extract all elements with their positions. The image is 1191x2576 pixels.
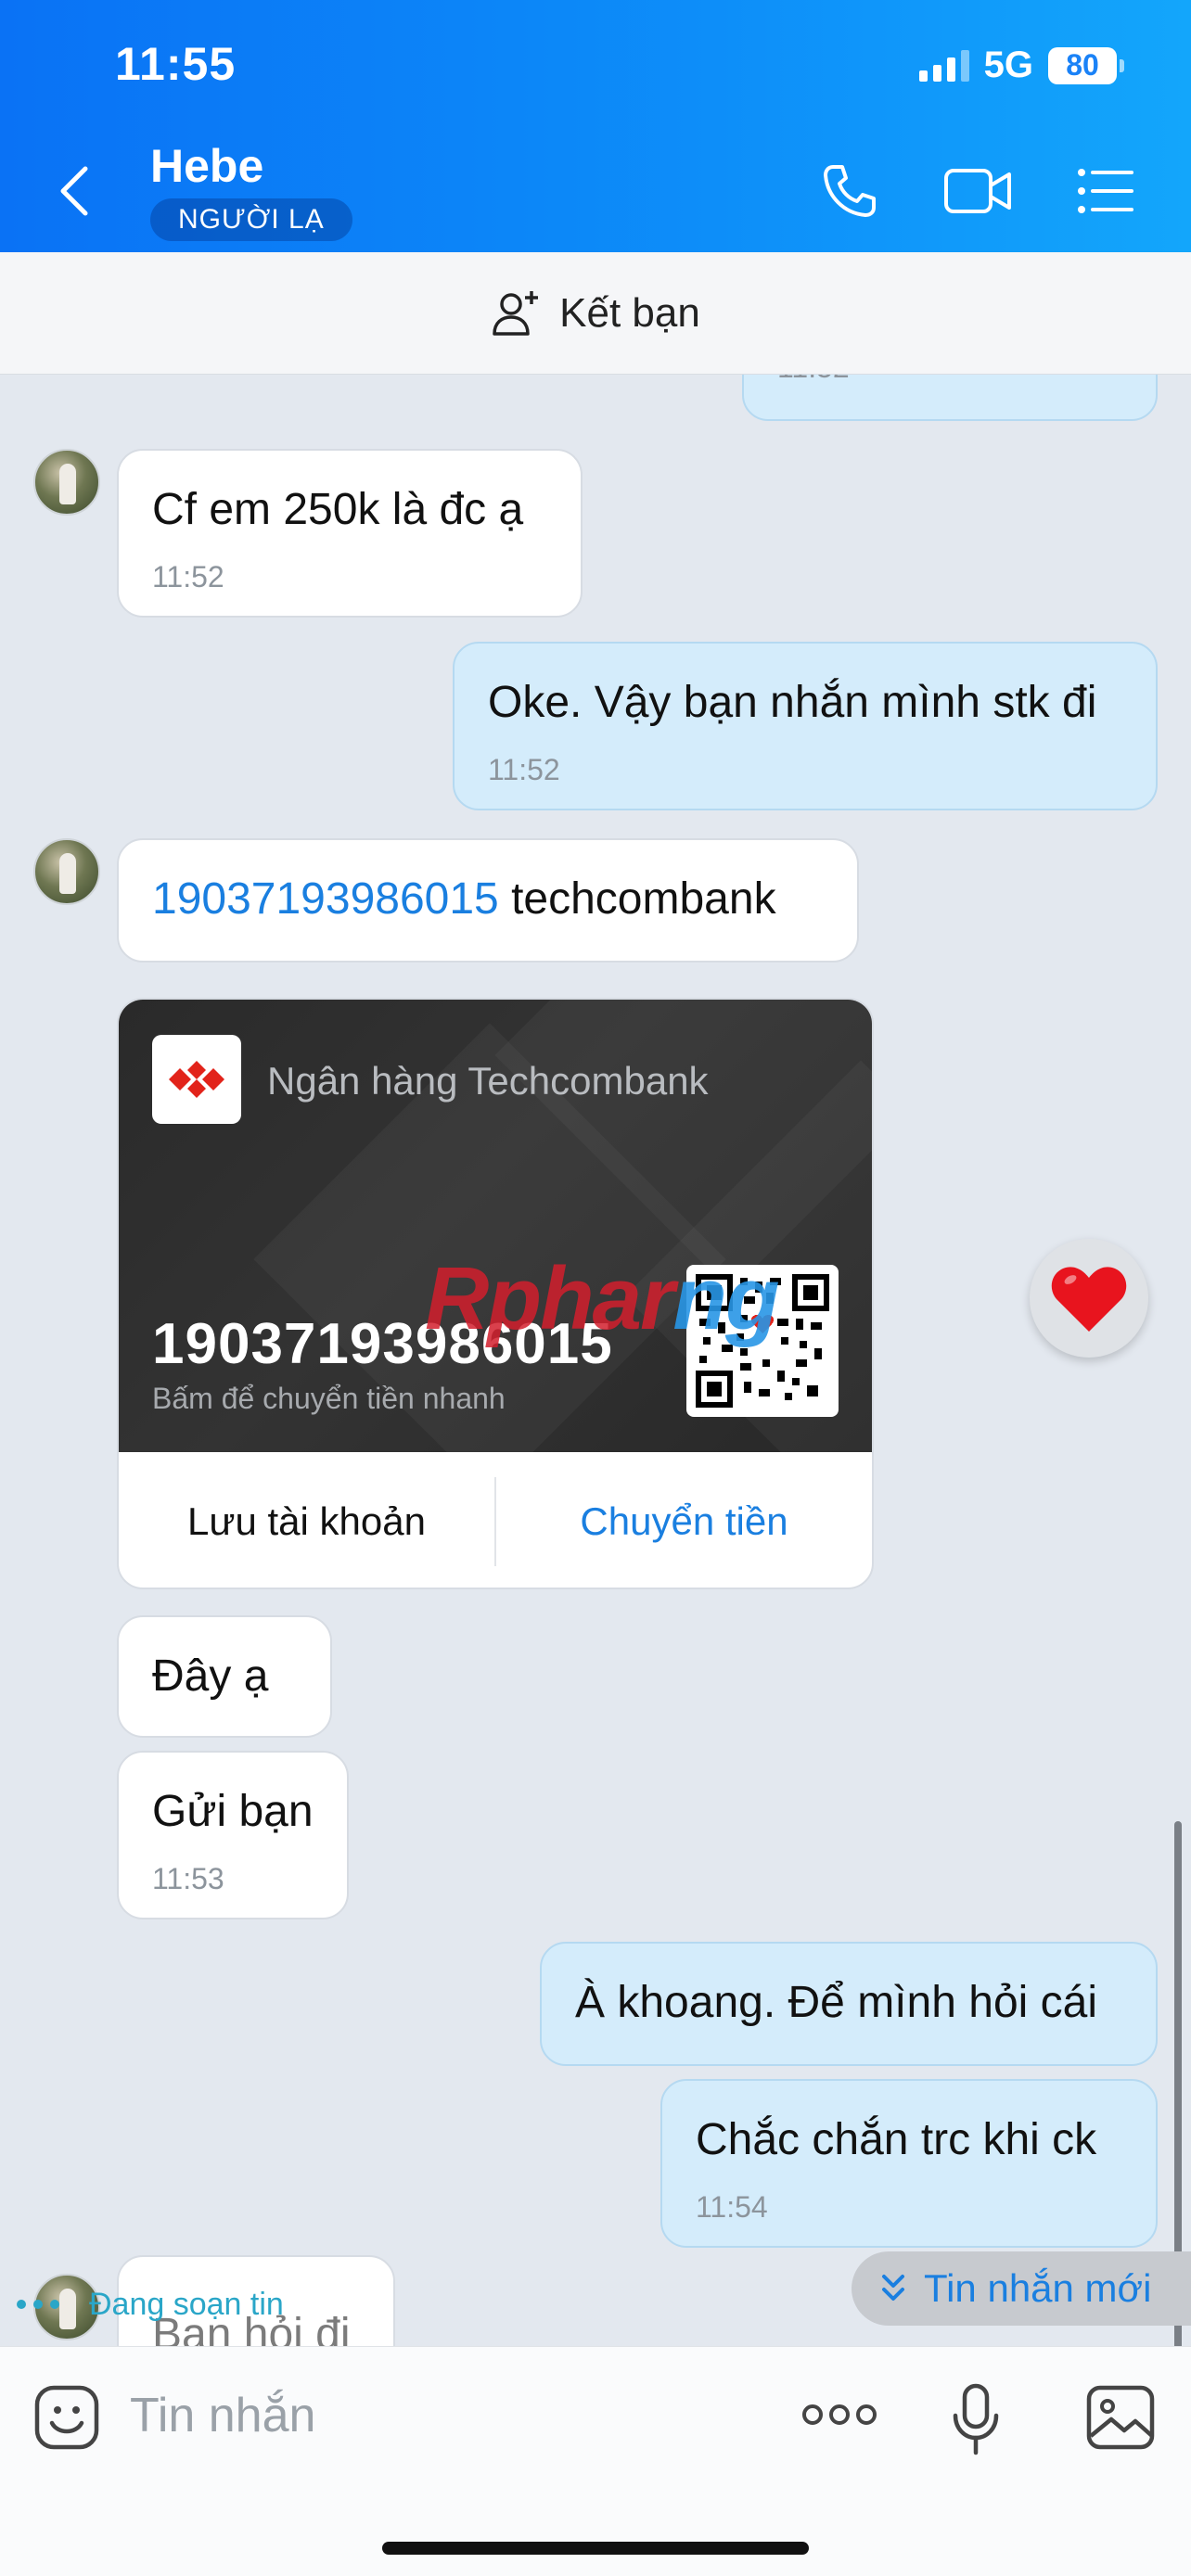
contact-name[interactable]: Hebe: [150, 139, 263, 193]
bank-card-header: Ngân hàng Techcombank 19037193986015 Bấm…: [119, 1000, 872, 1533]
image-gallery-icon[interactable]: [1085, 2382, 1156, 2453]
menu-list-icon[interactable]: [1076, 161, 1135, 221]
message-time: 11:54: [696, 2190, 768, 2224]
message-in[interactable]: Gửi bạn 11:53: [117, 1751, 349, 1919]
bank-name-text: techcombank: [498, 874, 776, 924]
more-options-icon[interactable]: [801, 2401, 877, 2429]
typing-dots-icon: [17, 2300, 59, 2309]
battery-level: 80: [1066, 48, 1099, 82]
sticker-icon[interactable]: [32, 2382, 102, 2453]
message-in[interactable]: 19037193986015 techcombank: [117, 838, 859, 963]
chat-messages[interactable]: 11:52 Cf em 250k là đc ạ 11:52 Oke. Vậy …: [0, 375, 1191, 2346]
techcombank-logo-icon: [152, 1035, 241, 1124]
back-arrow-icon[interactable]: [56, 163, 93, 219]
message-input[interactable]: Tin nhắn: [130, 2388, 315, 2443]
message-time: 11:52: [152, 560, 224, 593]
transfer-hint: Bấm để chuyển tiền nhanh: [152, 1382, 506, 1415]
network-type: 5G: [983, 45, 1033, 85]
status-time: 11:55: [115, 38, 237, 90]
video-call-icon[interactable]: [942, 161, 1013, 221]
message-text: 19037193986015 techcombank: [152, 874, 776, 925]
battery-icon: 80: [1048, 46, 1124, 84]
home-indicator[interactable]: [382, 2542, 809, 2555]
new-messages-button[interactable]: Tin nhắn mới: [852, 2251, 1191, 2326]
heart-icon: [1051, 1267, 1127, 1332]
add-user-icon: [493, 290, 539, 336]
message-time: 11:52: [488, 753, 560, 786]
add-friend-label: Kết bạn: [559, 289, 700, 336]
save-account-button[interactable]: Lưu tài khoản: [119, 1499, 494, 1544]
message-in[interactable]: Cf em 250k là đc ạ 11:52: [117, 449, 583, 618]
microphone-icon[interactable]: [952, 2382, 1000, 2456]
bank-account-card[interactable]: Ngân hàng Techcombank 19037193986015 Bấm…: [117, 998, 874, 1589]
typing-indicator: Đang soạn tin: [0, 2263, 649, 2355]
watermark-part-b: ng: [672, 1249, 779, 1348]
bank-name: Ngân hàng Techcombank: [267, 1059, 709, 1103]
message-out[interactable]: À khoang. Để mình hỏi cái: [540, 1942, 1158, 2066]
message-input-bar: Tin nhắn: [0, 2346, 1191, 2576]
message-time: 11:53: [152, 1862, 224, 1895]
chat-header: 11:55 5G 80 Hebe NGƯỜI LẠ: [0, 0, 1191, 252]
message-time: 11:52: [777, 375, 850, 385]
message-text: Gửi bạn: [152, 1787, 314, 1836]
message-text: À khoang. Để mình hỏi cái: [575, 1978, 1097, 2027]
message-out[interactable]: 11:52: [742, 375, 1158, 421]
message-text: Chắc chắn trc khi ck: [696, 2115, 1097, 2164]
message-text: Đây ạ: [152, 1651, 269, 1701]
signal-icon: [918, 49, 969, 82]
typing-label: Đang soạn tin: [89, 2287, 284, 2322]
message-out[interactable]: Oke. Vậy bạn nhắn mình stk đi 11:52: [453, 642, 1158, 810]
bank-card-actions: Lưu tài khoản Chuyển tiền: [119, 1452, 872, 1588]
heart-reaction-button[interactable]: [1030, 1239, 1148, 1358]
message-text: Oke. Vậy bạn nhắn mình stk đi: [488, 678, 1097, 727]
message-in[interactable]: Đây ạ: [117, 1615, 332, 1738]
phone-icon[interactable]: [820, 161, 879, 221]
double-chevron-down-icon: [882, 2275, 904, 2301]
stranger-badge: NGƯỜI LẠ: [150, 198, 352, 241]
new-messages-label: Tin nhắn mới: [924, 2266, 1152, 2310]
add-friend-button[interactable]: Kết bạn: [0, 252, 1191, 375]
message-text: Cf em 250k là đc ạ: [152, 485, 524, 534]
message-out[interactable]: Chắc chắn trc khi ck 11:54: [660, 2079, 1158, 2248]
watermark: Rpharng: [425, 1248, 780, 1350]
avatar[interactable]: [33, 449, 100, 516]
avatar[interactable]: [33, 838, 100, 905]
watermark-part-a: Rphar: [425, 1249, 674, 1348]
account-number-link[interactable]: 19037193986015: [152, 874, 499, 924]
status-indicators: 5G 80: [918, 45, 1124, 86]
transfer-money-button[interactable]: Chuyển tiền: [496, 1499, 872, 1544]
